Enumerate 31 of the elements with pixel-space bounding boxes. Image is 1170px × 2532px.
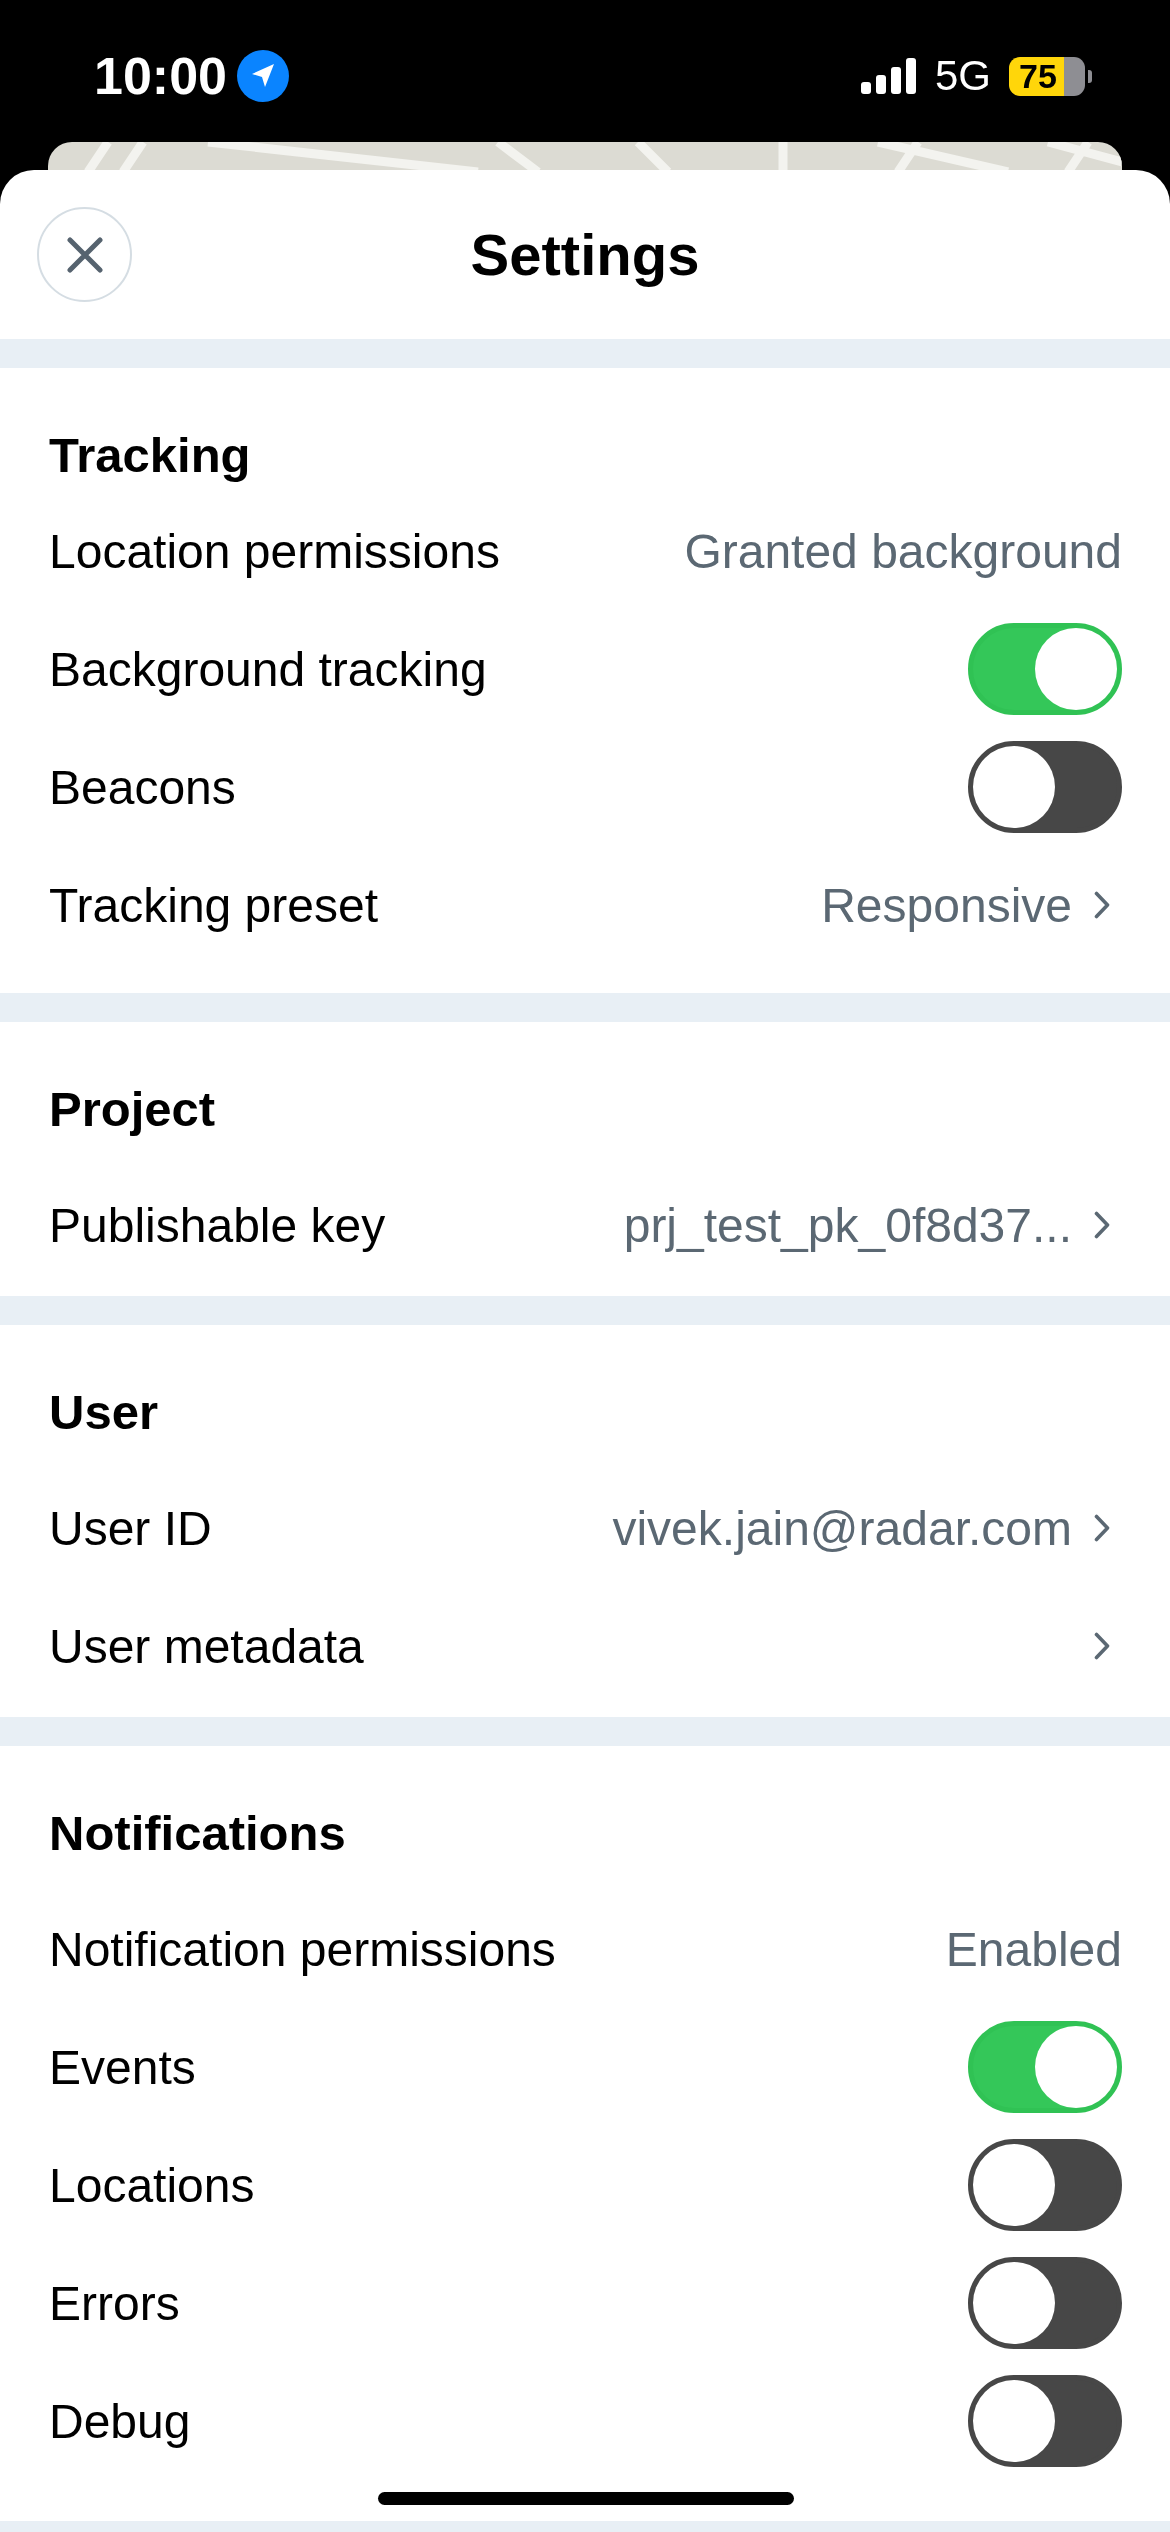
screen-title: Settings [470, 221, 700, 288]
row-label: Debug [49, 2393, 191, 2449]
row-label: Beacons [49, 759, 236, 815]
row-value[interactable]: prj_test_pk_0f8d37... [623, 1197, 1072, 1253]
row-label: Tracking preset [49, 877, 378, 933]
row-label: User metadata [49, 1618, 364, 1674]
status-time: 10:00 [94, 46, 227, 106]
section-heading: User [48, 1384, 159, 1441]
row-label: Events [49, 2039, 196, 2095]
row-label: Publishable key [49, 1197, 386, 1253]
row-value: Enabled [945, 1921, 1122, 1977]
section-heading: Project [48, 1081, 217, 1138]
chevron-right-icon[interactable] [1094, 1514, 1110, 1542]
row-label: Location permissions [49, 523, 500, 579]
network-label: 5G [934, 52, 991, 100]
section-heading: Tracking [48, 427, 252, 484]
section-heading: Notifications [48, 1805, 347, 1862]
row-value[interactable]: vivek.jain@radar.com [612, 1500, 1072, 1556]
row-value: Granted background [684, 523, 1122, 579]
row-label: Locations [49, 2157, 255, 2213]
row-label: Errors [49, 2275, 180, 2331]
chevron-right-icon[interactable] [1094, 891, 1110, 919]
signal-bars-icon [860, 58, 917, 94]
row-label: Background tracking [49, 641, 487, 697]
row-label: Notification permissions [49, 1921, 556, 1977]
row-label: User ID [49, 1500, 212, 1556]
chevron-right-icon[interactable] [1094, 1632, 1110, 1660]
row-value[interactable]: Responsive [821, 877, 1072, 933]
battery-indicator: 75 [1009, 56, 1092, 96]
chevron-right-icon[interactable] [1094, 1211, 1110, 1239]
close-icon [66, 236, 103, 273]
